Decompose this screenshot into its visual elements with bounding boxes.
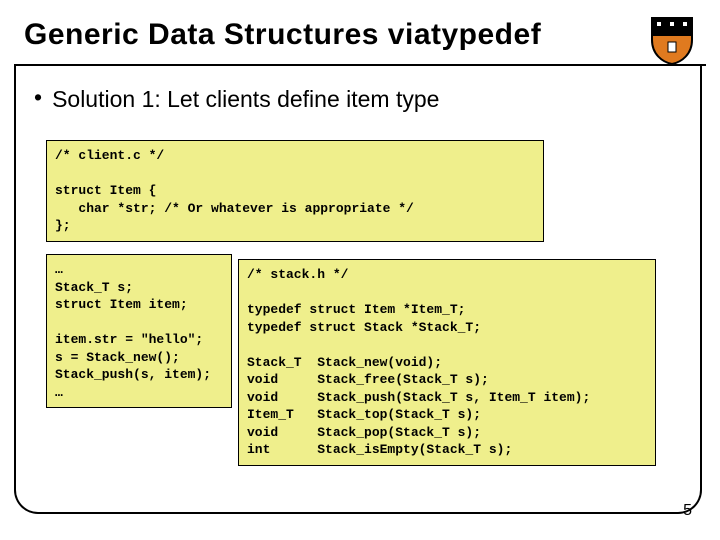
page-number: 5: [683, 502, 692, 520]
princeton-shield-icon: [648, 14, 696, 64]
bullet-1-text: Solution 1: Let clients define item type: [52, 86, 439, 112]
code-box-client-struct: /* client.c */ struct Item { char *str; …: [46, 140, 544, 242]
bullet-dot-icon: •: [34, 84, 42, 111]
slide-title: Generic Data Structures viatypedef: [24, 18, 541, 52]
slide: Generic Data Structures viatypedef • Solu…: [0, 0, 720, 540]
bullet-1: • Solution 1: Let clients define item typ…: [34, 86, 439, 113]
code-box-stack-header: /* stack.h */ typedef struct Item *Item_…: [238, 259, 656, 466]
code-box-client-usage: … Stack_T s; struct Item item; item.str …: [46, 254, 232, 408]
